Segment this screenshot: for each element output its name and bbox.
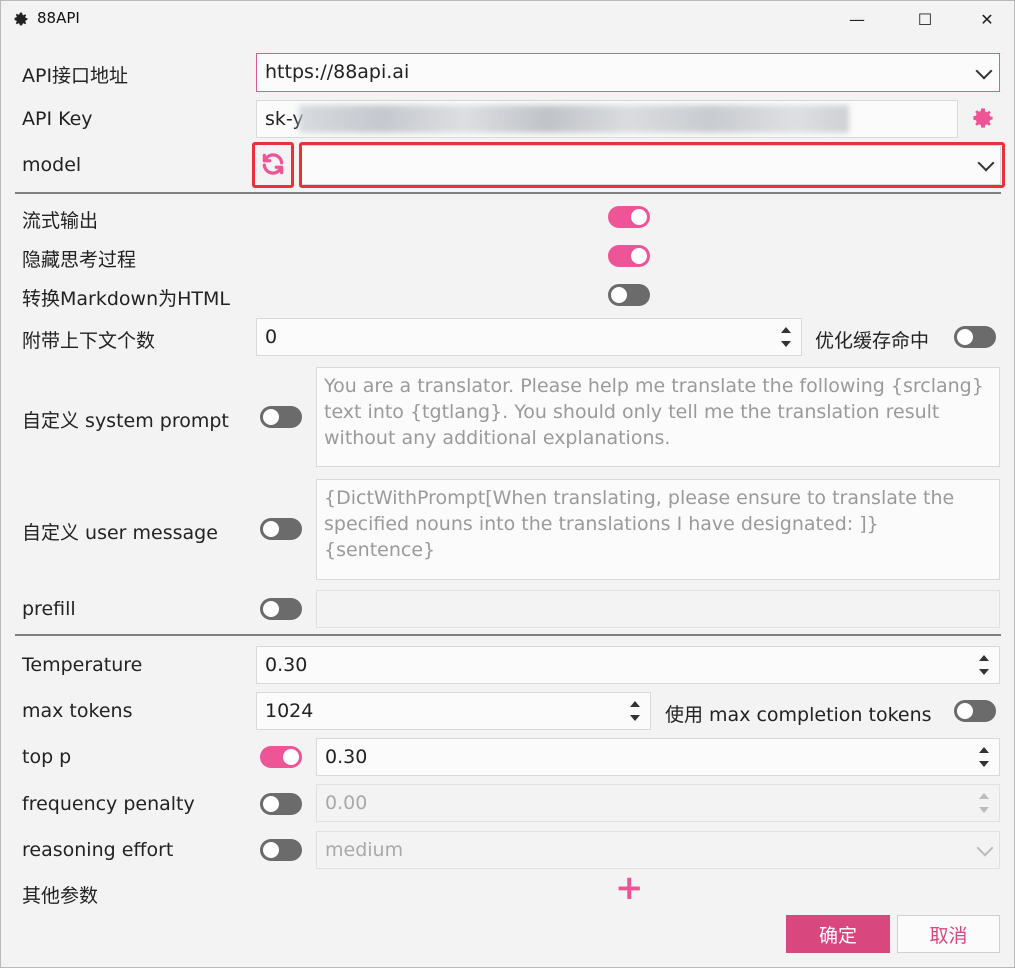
section-divider [15, 634, 1001, 636]
frequency-penalty-input[interactable]: 0.00 [316, 784, 1000, 822]
maximize-button[interactable]: ☐ [902, 1, 948, 37]
api-url-label: API接口地址 [22, 65, 129, 87]
section-divider [15, 192, 1001, 194]
stream-output-toggle[interactable] [608, 206, 650, 228]
refresh-icon[interactable] [260, 151, 286, 177]
spinner-arrows-icon[interactable] [977, 653, 989, 677]
hide-thinking-label: 隐藏思考过程 [22, 249, 137, 271]
api-key-label: API Key [22, 108, 93, 130]
hide-thinking-toggle[interactable] [608, 245, 650, 267]
api-key-value: sk-y [265, 108, 304, 130]
other-params-label: 其他参数 [22, 885, 99, 907]
prefill-label: prefill [22, 598, 76, 620]
cancel-button[interactable]: 取消 [897, 915, 1000, 953]
max-completion-toggle[interactable] [954, 700, 996, 722]
frequency-penalty-label: frequency penalty [22, 793, 195, 815]
context-count-value: 0 [265, 326, 278, 348]
temperature-label: Temperature [22, 654, 143, 676]
spinner-arrows-icon[interactable] [779, 325, 791, 349]
spinner-arrows-icon[interactable] [977, 791, 989, 815]
settings-gear-icon[interactable] [971, 106, 995, 130]
context-count-label: 附带上下文个数 [22, 330, 156, 352]
max-tokens-input[interactable]: 1024 [256, 692, 651, 730]
context-count-input[interactable]: 0 [256, 318, 802, 356]
minimize-button[interactable]: — [834, 1, 880, 37]
api-key-redaction [299, 105, 849, 133]
markdown-to-html-toggle[interactable] [608, 284, 650, 306]
frequency-penalty-value: 0.00 [325, 792, 368, 814]
model-highlight [299, 142, 1005, 188]
max-tokens-value: 1024 [265, 700, 314, 722]
max-completion-label: 使用 max completion tokens [665, 704, 932, 726]
system-prompt-textarea[interactable]: You are a translator. Please help me tra… [316, 367, 1000, 467]
top-p-toggle[interactable] [260, 746, 302, 768]
temperature-value: 0.30 [265, 654, 308, 676]
temperature-input[interactable]: 0.30 [256, 646, 1000, 684]
system-prompt-toggle[interactable] [260, 406, 302, 428]
chevron-down-icon [976, 839, 994, 857]
reasoning-effort-select[interactable]: medium [316, 831, 1000, 869]
max-tokens-label: max tokens [22, 700, 133, 722]
api-url-select[interactable]: https://88api.ai [256, 53, 1000, 92]
cache-label: 优化缓存命中 [815, 330, 930, 352]
add-icon[interactable]: + [615, 868, 644, 908]
title-bar: 88API — ☐ ✕ [1, 1, 1014, 37]
top-p-value: 0.30 [325, 746, 368, 768]
reasoning-effort-toggle[interactable] [260, 839, 302, 861]
model-label: model [22, 154, 82, 176]
spinner-arrows-icon[interactable] [628, 699, 640, 723]
gear-icon [14, 12, 28, 26]
maximize-icon: ☐ [917, 9, 933, 29]
user-message-toggle[interactable] [260, 518, 302, 540]
close-icon: ✕ [980, 9, 994, 29]
user-message-label: 自定义 user message [22, 522, 218, 544]
top-p-label: top p [22, 746, 72, 768]
settings-window: 88API — ☐ ✕ API接口地址 https://88api.ai API… [0, 0, 1015, 968]
confirm-button[interactable]: 确定 [786, 915, 890, 953]
window-title: 88API [37, 9, 80, 27]
prefill-input[interactable] [316, 590, 1000, 628]
spinner-arrows-icon[interactable] [977, 745, 989, 769]
system-prompt-label: 自定义 system prompt [22, 410, 229, 432]
markdown-to-html-label: 转换Markdown为HTML [22, 288, 230, 310]
stream-output-label: 流式输出 [22, 210, 99, 232]
user-message-textarea[interactable]: {DictWithPrompt[When translating, please… [316, 479, 1000, 580]
prefill-toggle[interactable] [260, 598, 302, 620]
reasoning-effort-value: medium [325, 839, 404, 861]
top-p-input[interactable]: 0.30 [316, 738, 1000, 776]
close-button[interactable]: ✕ [964, 1, 1010, 37]
api-url-value: https://88api.ai [265, 61, 410, 83]
frequency-penalty-toggle[interactable] [260, 793, 302, 815]
chevron-down-icon [975, 62, 993, 80]
minimize-icon: — [849, 9, 865, 29]
reasoning-effort-label: reasoning effort [22, 839, 174, 861]
cache-toggle[interactable] [954, 326, 996, 348]
